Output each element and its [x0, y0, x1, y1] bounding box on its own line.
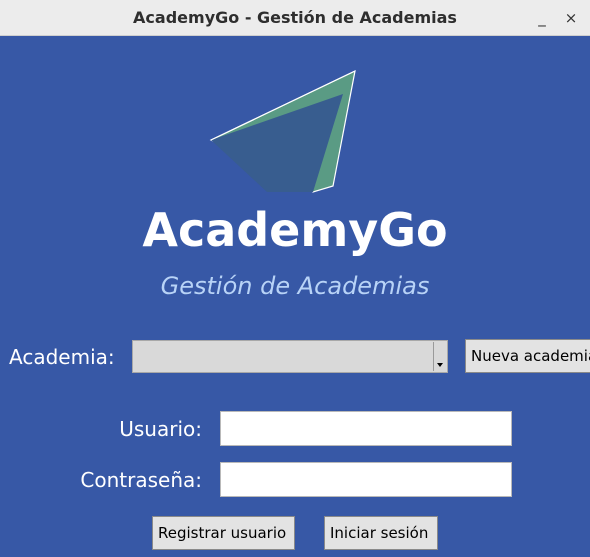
academia-select[interactable] — [132, 340, 448, 373]
password-input[interactable] — [220, 462, 512, 497]
academia-label: Academia: — [9, 345, 115, 369]
paper-plane-logo-icon — [209, 69, 356, 193]
login-button[interactable]: Iniciar sesión — [324, 516, 438, 550]
app-subtitle: Gestión de Academias — [160, 272, 430, 300]
usuario-input[interactable] — [220, 411, 512, 446]
chevron-down-icon[interactable] — [433, 342, 446, 371]
minimize-button[interactable]: _ — [530, 6, 554, 30]
usuario-label: Usuario: — [119, 417, 202, 441]
close-button[interactable]: × — [559, 6, 583, 30]
app-name: AcademyGo — [142, 203, 448, 257]
nueva-academia-button[interactable]: Nueva academia — [465, 339, 590, 373]
register-button[interactable]: Registrar usuario — [152, 516, 295, 550]
window-title: AcademyGo - Gestión de Academias — [133, 8, 457, 27]
window-titlebar: AcademyGo - Gestión de Academias _ × — [0, 0, 590, 36]
password-label: Contraseña: — [80, 468, 202, 492]
